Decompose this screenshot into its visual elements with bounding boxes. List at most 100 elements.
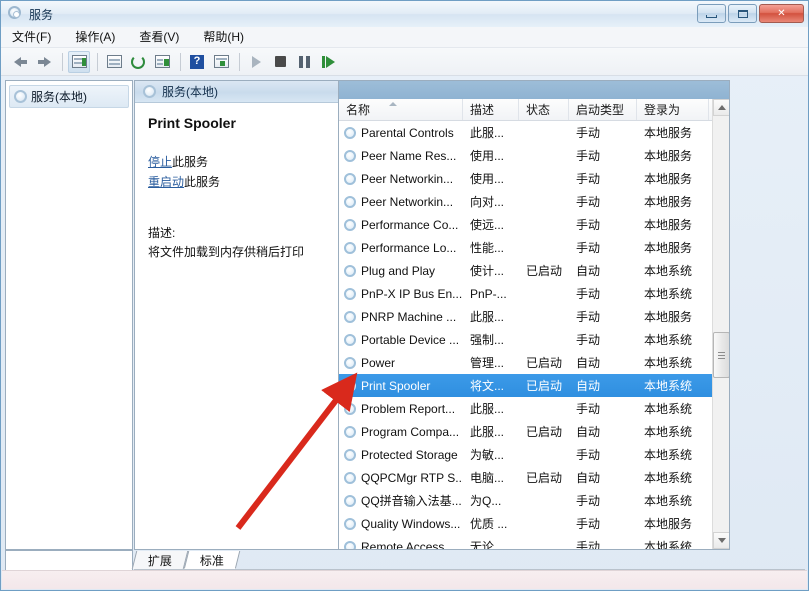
main-body: 服务(本地) 服务(本地) Print Spooler 停止此服务 重启动此服务 xyxy=(5,80,805,550)
table-row[interactable]: Problem Report... 此服... 手动 本地系统 xyxy=(339,397,729,420)
service-startup-type-cell: 自动 xyxy=(576,264,601,278)
refresh-button[interactable] xyxy=(127,51,149,73)
service-name-cell: Print Spooler xyxy=(339,379,463,393)
toolbar: ? xyxy=(1,48,808,76)
forward-button[interactable] xyxy=(33,51,55,73)
service-logon-cell: 本地服务 xyxy=(644,149,693,163)
pause-service-button[interactable] xyxy=(293,51,315,73)
table-row[interactable]: QQPCMgr RTP S... 电脑... 已启动 自动 本地系统 xyxy=(339,466,729,489)
tab-extended[interactable]: 扩展 xyxy=(131,551,189,569)
chevron-up-icon xyxy=(717,105,726,110)
tree-node-services-local[interactable]: 服务(本地) xyxy=(9,85,129,108)
table-row[interactable]: Remote Access ... 无论... 手动 本地系统 xyxy=(339,535,729,549)
gear-icon xyxy=(344,172,356,185)
console-tree-pane: 服务(本地) xyxy=(5,80,133,550)
menu-view[interactable]: 查看(V) xyxy=(138,26,190,48)
minimize-icon xyxy=(706,14,717,18)
column-header-name-label: 名称 xyxy=(346,103,371,117)
service-description-cell: 此服... xyxy=(470,126,505,140)
tab-standard[interactable]: 标准 xyxy=(183,551,241,569)
table-row[interactable]: Peer Name Res... 使用... 手动 本地服务 xyxy=(339,144,729,167)
stop-service-link[interactable]: 停止 xyxy=(148,155,172,169)
gear-icon xyxy=(344,517,356,530)
minimize-button[interactable] xyxy=(697,4,726,23)
table-row[interactable]: Peer Networkin... 向对... 手动 本地服务 xyxy=(339,190,729,213)
table-row[interactable]: Performance Co... 使远... 手动 本地服务 xyxy=(339,213,729,236)
service-logon-cell: 本地系统 xyxy=(644,471,693,485)
list-top-band xyxy=(339,81,729,99)
service-status-cell: 已启动 xyxy=(526,379,563,393)
export-list-button[interactable] xyxy=(151,51,173,73)
gear-icon xyxy=(344,218,356,231)
stop-service-button[interactable] xyxy=(269,51,291,73)
service-name-label: Remote Access ... xyxy=(361,539,458,550)
service-logon-cell: 本地系统 xyxy=(644,264,693,278)
restart-service-button[interactable] xyxy=(317,51,339,73)
service-description-cell: 强制... xyxy=(470,333,505,347)
service-description-cell: 为敏... xyxy=(470,448,505,462)
table-row[interactable]: Performance Lo... 性能... 手动 本地服务 xyxy=(339,236,729,259)
service-description-cell: 此服... xyxy=(470,402,505,416)
restart-icon xyxy=(321,55,335,68)
start-service-button[interactable] xyxy=(245,51,267,73)
toolbar-separator xyxy=(239,52,240,71)
service-startup-type-cell: 手动 xyxy=(576,287,601,301)
menu-help[interactable]: 帮助(H) xyxy=(202,26,255,48)
service-name-cell: Parental Controls xyxy=(339,126,463,140)
table-row[interactable]: Power 管理... 已启动 自动 本地系统 xyxy=(339,351,729,374)
table-row[interactable]: Parental Controls 此服... 手动 本地服务 xyxy=(339,121,729,144)
service-name-cell: Portable Device ... xyxy=(339,333,463,347)
sort-ascending-icon xyxy=(389,102,397,106)
play-icon xyxy=(251,55,261,68)
service-name-cell: Peer Name Res... xyxy=(339,149,463,163)
scrollbar-thumb[interactable] xyxy=(713,332,729,378)
table-row[interactable]: Peer Networkin... 使用... 手动 本地服务 xyxy=(339,167,729,190)
service-name-label: Plug and Play xyxy=(361,263,436,278)
table-row[interactable]: PNRP Machine ... 此服... 手动 本地服务 xyxy=(339,305,729,328)
close-button[interactable]: ✕ xyxy=(759,4,804,23)
table-row[interactable]: Protected Storage 为敏... 手动 本地系统 xyxy=(339,443,729,466)
refresh-icon xyxy=(131,54,145,69)
show-hide-tree-button[interactable] xyxy=(68,50,90,73)
service-name-cell: Plug and Play xyxy=(339,264,463,278)
column-header-description[interactable]: 描述 xyxy=(463,99,519,120)
stop-service-suffix: 此服务 xyxy=(172,155,209,169)
service-status-cell: 已启动 xyxy=(526,425,563,439)
service-status-cell: 已启动 xyxy=(526,356,563,370)
service-startup-type-cell: 手动 xyxy=(576,172,601,186)
back-button[interactable] xyxy=(9,51,31,73)
column-header-log-on-as[interactable]: 登录为 xyxy=(637,99,709,120)
service-description-cell: 为Q... xyxy=(470,494,502,508)
table-row[interactable]: Plug and Play 使计... 已启动 自动 本地系统 xyxy=(339,259,729,282)
service-logon-cell: 本地系统 xyxy=(644,356,693,370)
table-row[interactable]: Print Spooler 将文... 已启动 自动 本地系统 xyxy=(339,374,729,397)
service-description-cell: 性能... xyxy=(470,241,505,255)
service-name-cell: QQ拼音输入法基... xyxy=(339,492,463,509)
view-tabs: 扩展 标准 xyxy=(131,550,805,570)
properties-button[interactable] xyxy=(103,51,125,73)
table-row[interactable]: Program Compa... 此服... 已启动 自动 本地系统 xyxy=(339,420,729,443)
service-description-cell: 电脑... xyxy=(470,471,505,485)
service-logon-cell: 本地服务 xyxy=(644,172,693,186)
restart-service-link[interactable]: 重启动 xyxy=(148,175,184,189)
service-name-cell: QQPCMgr RTP S... xyxy=(339,471,463,485)
window-list-button[interactable] xyxy=(210,51,232,73)
column-header-status[interactable]: 状态 xyxy=(519,99,569,120)
table-row[interactable]: Portable Device ... 强制... 手动 本地系统 xyxy=(339,328,729,351)
table-row[interactable]: Quality Windows... 优质 ... 手动 本地服务 xyxy=(339,512,729,535)
scroll-down-button[interactable] xyxy=(713,532,729,549)
gear-icon xyxy=(344,448,356,461)
column-header-startup-type[interactable]: 启动类型 xyxy=(569,99,637,120)
scroll-up-button[interactable] xyxy=(713,99,729,116)
list-vertical-scrollbar[interactable] xyxy=(712,99,729,549)
scrollbar-grip-icon xyxy=(718,351,725,359)
table-row[interactable]: QQ拼音输入法基... 为Q... 手动 本地系统 xyxy=(339,489,729,512)
table-row[interactable]: PnP-X IP Bus En... PnP-... 手动 本地系统 xyxy=(339,282,729,305)
maximize-button[interactable] xyxy=(728,4,757,23)
selected-service-title: Print Spooler xyxy=(148,115,236,131)
help-button[interactable]: ? xyxy=(186,51,208,73)
column-header-name[interactable]: 名称 xyxy=(339,99,463,120)
menu-file[interactable]: 文件(F) xyxy=(11,26,62,48)
service-startup-type-cell: 手动 xyxy=(576,494,601,508)
menu-action[interactable]: 操作(A) xyxy=(74,26,126,48)
